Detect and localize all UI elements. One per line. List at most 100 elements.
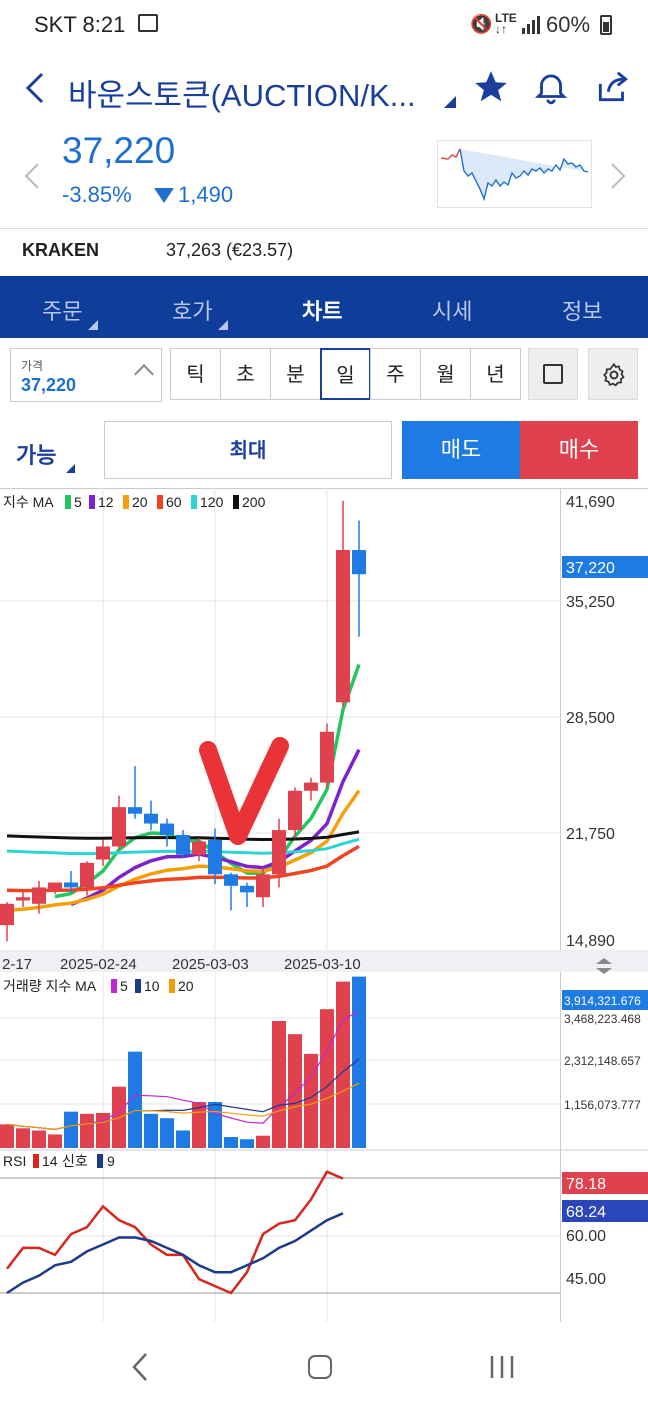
ma200-swatch	[233, 495, 239, 509]
ma60-swatch	[157, 495, 163, 509]
main-legend: 지수 MA 5 12 20 60 120 200	[3, 494, 266, 510]
recents-icon[interactable]	[488, 1354, 518, 1380]
available-label[interactable]: 가능	[16, 438, 56, 470]
settings-button[interactable]	[588, 348, 638, 400]
volume-bar	[16, 1128, 30, 1148]
chart-area[interactable]: 3,914,321.676 3,468,223.468 2,312,148.657 1…	[0, 488, 648, 1322]
back-button[interactable]	[22, 70, 52, 106]
page-title[interactable]: 바운스토큰(AUCTION/K...	[68, 70, 416, 115]
volume-bar	[288, 1034, 302, 1148]
chevron-up-icon	[134, 364, 154, 384]
candle-body	[176, 835, 190, 855]
price-axis-tick: 21,750	[566, 826, 615, 843]
ma5-swatch	[65, 495, 71, 509]
exchange-name: KRAKEN	[22, 240, 100, 260]
main-legend-title: 지수 MA	[3, 494, 54, 510]
vol-ma5-label: 5	[120, 978, 128, 994]
tab-orderbook[interactable]: 호가	[172, 294, 212, 326]
prev-item-button[interactable]	[22, 162, 42, 190]
exchange-price: 37,263 (€23.57)	[166, 240, 294, 260]
volume-bar	[0, 1124, 14, 1148]
volume-axis-tick: 2,312,148.657	[564, 1054, 641, 1068]
next-item-button[interactable]	[608, 162, 628, 190]
volume-bar	[80, 1113, 94, 1148]
period-week[interactable]: 주	[370, 348, 421, 400]
sell-button[interactable]: 매도	[402, 421, 520, 479]
tab-orderbook-dropdown-icon	[218, 320, 228, 330]
back-icon	[25, 72, 44, 104]
rsi-period-label: 14	[42, 1153, 58, 1169]
candle-body	[0, 903, 14, 926]
nav-back-icon[interactable]	[128, 1352, 152, 1382]
candle-body	[336, 549, 350, 703]
candle-body	[240, 885, 254, 893]
rsi-legend-title: RSI	[3, 1153, 26, 1169]
period-year[interactable]: 년	[470, 348, 521, 400]
price-selector[interactable]: 가격 37,220	[10, 348, 162, 402]
ma5-line	[54, 663, 361, 899]
rsi-axis-tick: 45.00	[566, 1271, 606, 1288]
volume-bar	[64, 1111, 78, 1148]
share-icon[interactable]	[594, 68, 632, 106]
rsi-line	[6, 1170, 344, 1295]
tab-info[interactable]: 정보	[562, 294, 602, 326]
carrier-time: SKT 8:21	[34, 12, 126, 37]
candle-body	[256, 874, 270, 898]
change-amount: 1,490	[178, 182, 234, 207]
date-axis-label: 2-17	[2, 956, 32, 973]
price-axis-tick: 14,890	[566, 933, 615, 950]
price-value: 37,220	[21, 375, 77, 395]
period-tick[interactable]: 틱	[170, 348, 221, 400]
volume-bar	[256, 1135, 270, 1148]
rsi-axis-tick: 60.00	[566, 1228, 606, 1245]
chevron-right-icon	[611, 163, 626, 189]
date-axis-label: 2025-02-24	[60, 956, 137, 973]
tab-chart[interactable]: 차트	[302, 294, 342, 326]
period-month[interactable]: 월	[420, 348, 471, 400]
max-quantity-button[interactable]: 최대	[104, 421, 392, 479]
bell-icon[interactable]	[532, 68, 570, 106]
candle-body	[80, 862, 94, 888]
candle-body	[144, 813, 158, 824]
volume-axis-tick: 3,914,321.676	[564, 994, 641, 1008]
volume-bar	[144, 1113, 158, 1148]
price-axis-tick: 28,500	[566, 710, 615, 727]
change-percent: -3.85%	[62, 182, 132, 207]
candle-body	[128, 807, 142, 814]
buy-button[interactable]: 매수	[520, 421, 638, 479]
volume-bar	[176, 1130, 190, 1148]
candle-body	[160, 823, 174, 836]
period-second[interactable]: 초	[220, 348, 271, 400]
main-grid	[0, 488, 560, 1322]
vol-ma20-swatch	[169, 979, 175, 993]
mini-chart[interactable]	[437, 140, 592, 208]
candle-body	[320, 731, 334, 783]
tab-order-dropdown-icon	[88, 320, 98, 330]
mute-icon: 🔇	[470, 14, 493, 34]
lte-icon: LTE ↓↑	[495, 11, 517, 36]
home-icon[interactable]	[308, 1355, 332, 1379]
volume-axis-tick: 3,468,223.468	[564, 1012, 641, 1026]
divider	[0, 228, 648, 229]
tab-market[interactable]: 시세	[432, 294, 472, 326]
rsi-axis-tick: 78.18	[566, 1176, 606, 1193]
fullscreen-button[interactable]	[528, 348, 578, 400]
battery-icon	[600, 15, 612, 35]
volume-bar	[208, 1102, 222, 1148]
rsi-grid	[0, 1177, 560, 1294]
date-axis-label: 2025-03-03	[172, 956, 249, 973]
ma12-label: 12	[98, 494, 114, 510]
candle-body	[352, 549, 366, 575]
signal-period-label: 9	[107, 1153, 115, 1169]
ma120-swatch	[191, 495, 197, 509]
ma12-swatch	[89, 495, 95, 509]
tab-order[interactable]: 주문	[42, 294, 82, 326]
title-dropdown-icon[interactable]	[444, 96, 456, 108]
candle-body	[64, 882, 78, 888]
period-day[interactable]: 일	[320, 348, 371, 400]
period-minute[interactable]: 분	[270, 348, 321, 400]
gear-icon	[603, 363, 625, 387]
favorite-star-icon[interactable]	[472, 68, 510, 106]
main-tabs: 주문 호가 차트 시세 정보	[0, 276, 648, 338]
volume-bar	[32, 1130, 46, 1148]
